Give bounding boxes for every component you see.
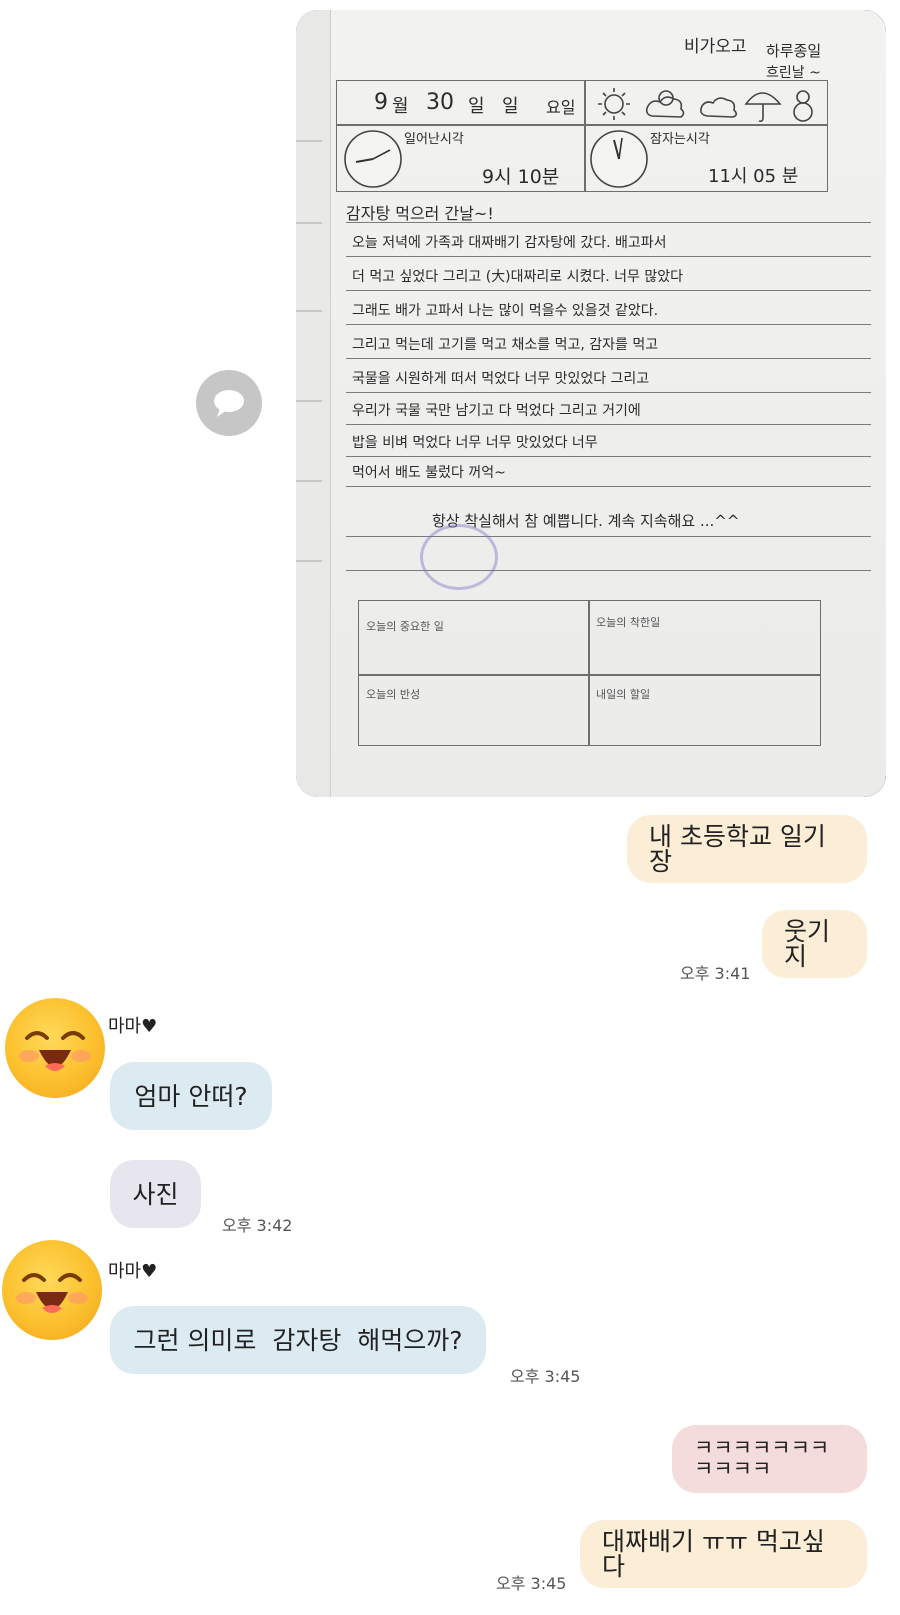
diary-line: 더 먹고 싶었다 그리고 (大)대짜리로 시켰다. 너무 많았다 — [352, 269, 684, 285]
sender-name: 마마♥ — [108, 1261, 158, 1282]
their-message-bubble[interactable]: 엄마 안떠? — [110, 1062, 272, 1130]
box-label: 오늘의 중요한 일 — [366, 620, 444, 633]
diary-page: 비가오고 하루종일 흐린날 ~ 9 월 30 일 일 요일 일어난시각 9시 1… — [296, 10, 886, 797]
their-message-bubble[interactable]: 사진 — [110, 1160, 201, 1228]
my-message-bubble[interactable]: ㅋㅋㅋㅋㅋㅋㅋㅋㅋㅋㅋ — [672, 1425, 867, 1493]
sender-avatar[interactable] — [2, 1240, 102, 1340]
diary-date-month-unit: 월 — [392, 96, 409, 117]
sleep-clock-icon — [590, 130, 648, 188]
my-message-bubble[interactable]: 내 초등학교 일기장 — [627, 815, 867, 883]
diary-title: 감자탕 먹으러 간날~! — [346, 204, 494, 223]
diary-date-month: 9 — [374, 90, 388, 115]
top-scribble-right2: 흐린날 ~ — [766, 65, 821, 81]
message-text: ㅋㅋㅋㅋㅋㅋㅋㅋㅋㅋㅋ — [694, 1436, 830, 1481]
sender-name: 마마♥ — [108, 1016, 158, 1037]
message-text: 대짜배기 ㅠㅠ 먹고싶다 — [602, 1527, 825, 1581]
teacher-stamp — [420, 524, 498, 590]
message-timestamp: 오후 3:45 — [496, 1574, 567, 1593]
message-text: 그런 의미로 감자탕 해먹으까? — [133, 1325, 463, 1355]
diary-line: 그리고 먹는데 고기를 먹고 채소를 먹고, 감자를 먹고 — [352, 337, 659, 353]
diary-photo[interactable]: 비가오고 하루종일 흐린날 ~ 9 월 30 일 일 요일 일어난시각 9시 1… — [296, 10, 886, 797]
message-timestamp: 오후 3:42 — [222, 1216, 293, 1235]
diary-line: 오늘 저녁에 가족과 대짜배기 감자탕에 갔다. 배고파서 — [352, 235, 667, 251]
message-text: 엄마 안떠? — [134, 1081, 248, 1111]
sun-icon — [598, 88, 630, 120]
weather-icons — [598, 88, 813, 122]
sleep-label: 잠자는시각 — [650, 132, 710, 147]
sender-avatar[interactable] — [5, 998, 105, 1098]
message-text: 웃기지 — [784, 917, 831, 971]
wakeup-time: 9시 10분 — [482, 166, 560, 188]
cloud-icon — [700, 97, 738, 118]
top-scribble-right: 하루종일 — [766, 42, 822, 60]
message-text: 사진 — [132, 1179, 179, 1209]
share-button[interactable] — [196, 370, 262, 436]
diary-date-day-unit: 일 — [468, 96, 485, 117]
partly-cloudy-icon — [645, 90, 685, 118]
box-label: 오늘의 반성 — [366, 688, 421, 701]
top-scribble-left: 비가오고 — [684, 37, 747, 57]
box-label: 내일의 할일 — [596, 688, 651, 701]
left-page-edge — [296, 10, 331, 797]
diary-date-weekday-unit: 요일 — [546, 98, 576, 117]
speech-bubble-icon — [214, 390, 244, 417]
snowman-icon — [793, 90, 813, 122]
wakeup-label: 일어난시각 — [404, 132, 464, 147]
sleep-time: 11시 05 분 — [708, 166, 799, 187]
message-timestamp: 오후 3:45 — [510, 1367, 581, 1386]
umbrella-icon — [744, 92, 782, 122]
message-text: 내 초등학교 일기장 — [649, 822, 826, 876]
diary-line: 국물을 시원하게 떠서 먹었다 너무 맛있었다 그리고 — [352, 371, 650, 387]
diary-line: 그래도 배가 고파서 나는 많이 먹을수 있을것 같았다. — [352, 303, 659, 319]
my-message-bubble[interactable]: 대짜배기 ㅠㅠ 먹고싶다 — [580, 1520, 867, 1588]
diary-date-day2: 일 — [502, 96, 519, 117]
my-message-bubble[interactable]: 웃기지 — [762, 910, 867, 978]
diary-line: 먹어서 배도 불렀다 꺼억~ — [352, 465, 506, 481]
smiling-emoji-avatar — [16, 1273, 88, 1313]
diary-date-day: 30 — [426, 90, 454, 115]
wakeup-clock-icon — [344, 130, 402, 188]
smiling-emoji-avatar — [19, 1031, 91, 1071]
box-label: 오늘의 착한일 — [596, 616, 661, 629]
message-timestamp: 오후 3:41 — [680, 964, 751, 983]
diary-line: 우리가 국물 국만 남기고 다 먹었다 그리고 거기에 — [352, 403, 641, 419]
diary-line: 밥을 비벼 먹었다 너무 너무 맛있었다 너무 — [352, 435, 598, 451]
their-message-bubble[interactable]: 그런 의미로 감자탕 해먹으까? — [110, 1306, 486, 1374]
